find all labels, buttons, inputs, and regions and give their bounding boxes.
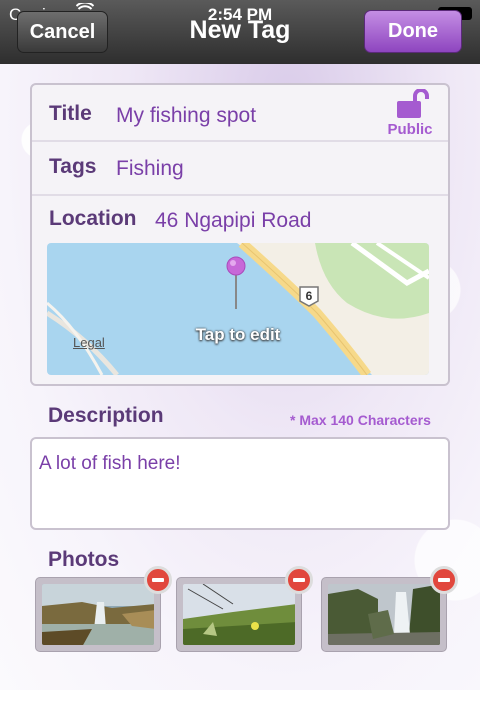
location-map[interactable]: 6 Legal Tap to edit [47,243,429,375]
photo-thumbnail[interactable] [35,566,172,652]
navigation-bar: Carrier 2:54 PM Cancel New Tag Done [0,0,480,64]
location-label: Location [49,207,137,230]
cancel-button[interactable]: Cancel [17,11,108,53]
photo-thumbnail[interactable] [321,566,458,652]
char-limit-note: * Max 140 Characters [290,412,431,428]
tags-row[interactable]: Tags Fishing [32,142,448,196]
description-label: Description [48,404,164,427]
title-label: Title [49,102,92,125]
tag-details-card: Title My fishing spot Public Tags Fishin… [30,83,450,386]
description-field[interactable]: A lot of fish here! [30,437,450,530]
remove-photo-button[interactable] [285,566,313,594]
waterfall-cliff-image [328,584,440,645]
remove-photo-button[interactable] [144,566,172,594]
tags-value[interactable]: Fishing [116,157,184,181]
map-tap-hint: Tap to edit [195,325,281,344]
grass-slope-image [183,584,295,645]
privacy-status[interactable]: Public [384,121,436,138]
photos-label: Photos [48,548,120,571]
done-button[interactable]: Done [364,10,462,53]
title-row[interactable]: Title My fishing spot Public [32,85,448,142]
photo-thumbnail[interactable] [176,566,313,652]
location-value: 46 Ngapipi Road [155,209,312,232]
road-marker-label: 6 [305,289,313,303]
tags-label: Tags [49,155,97,178]
map-graphic [47,243,429,375]
page-title: New Tag [189,16,291,44]
bottom-area [0,690,480,719]
unlock-icon[interactable] [395,89,429,119]
waterfall-river-image [42,584,154,645]
title-value[interactable]: My fishing spot [116,104,256,128]
remove-photo-button[interactable] [430,566,458,594]
